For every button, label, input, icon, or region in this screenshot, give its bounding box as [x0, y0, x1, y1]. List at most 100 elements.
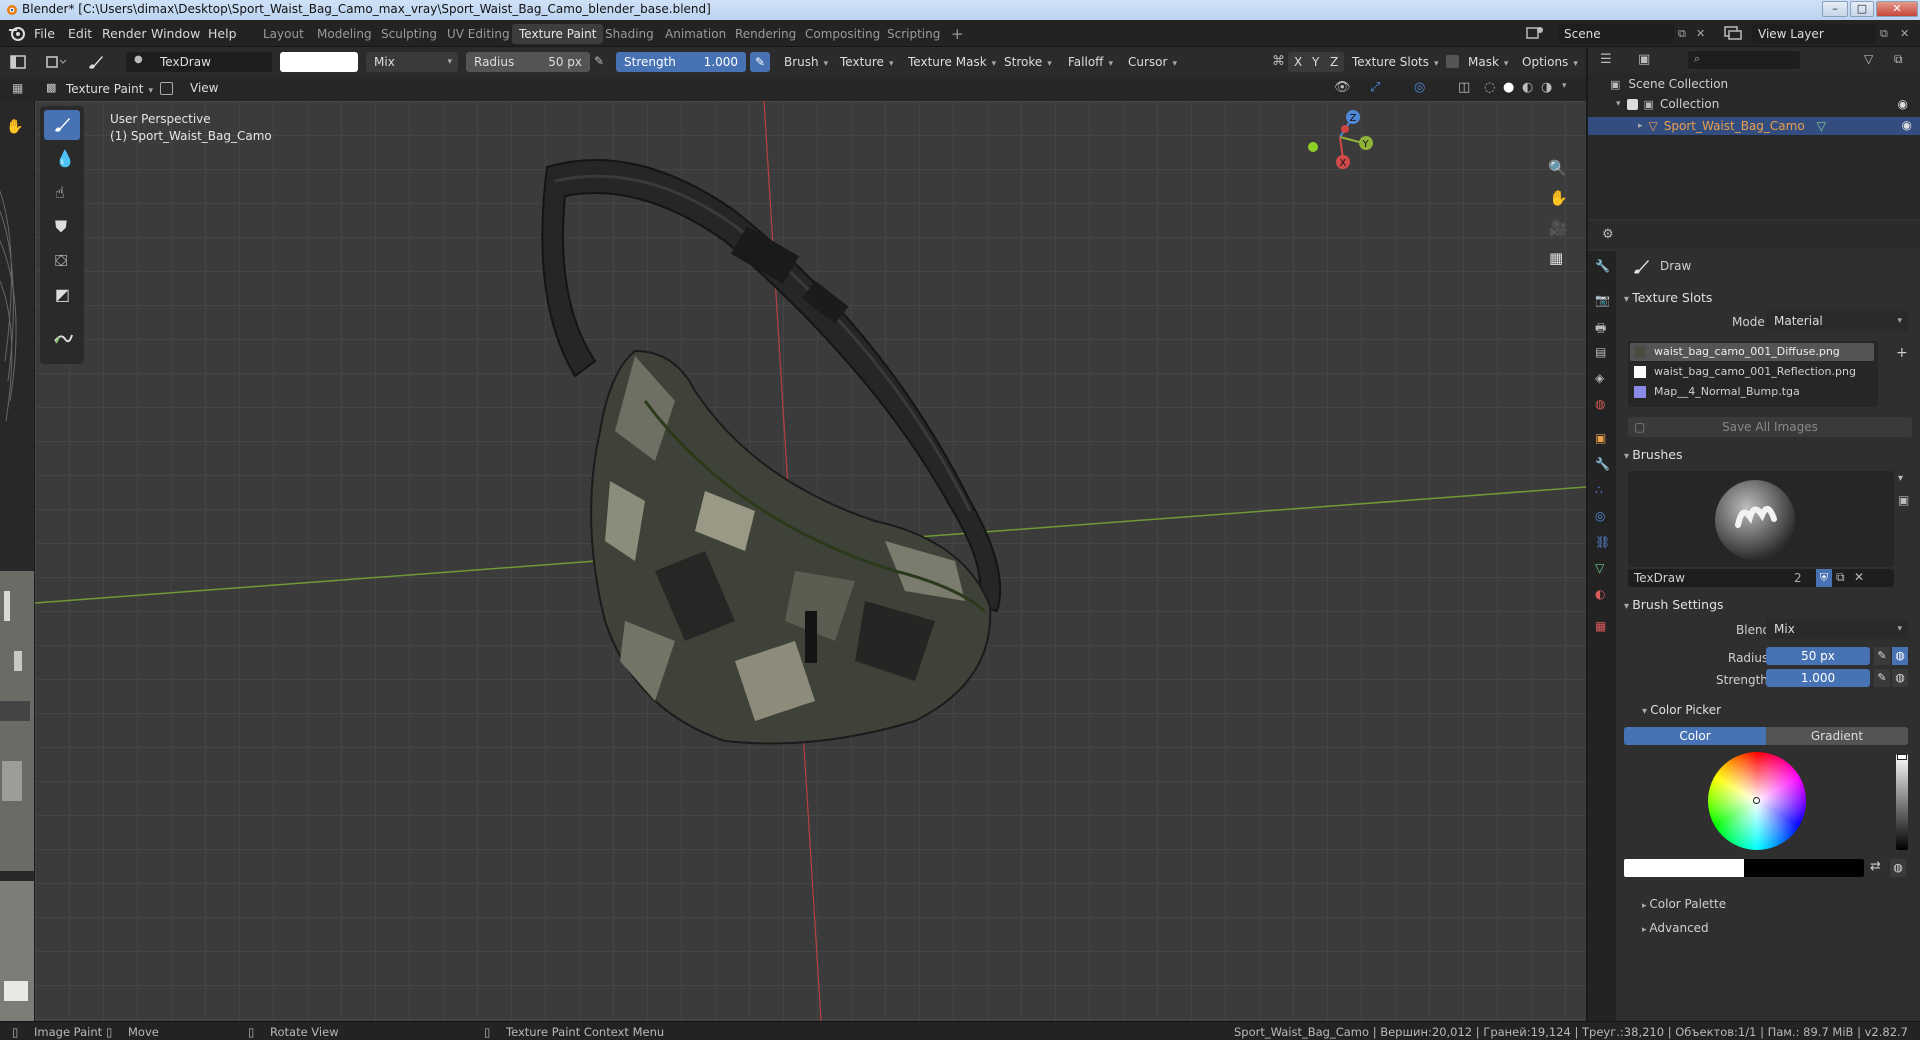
editor-type-icon[interactable] — [10, 54, 26, 70]
material-tab-icon[interactable]: ◐ — [1595, 587, 1605, 601]
brush-preview-area[interactable] — [1628, 471, 1894, 567]
tab-compositing[interactable]: Compositing — [798, 24, 887, 44]
color-picker-section[interactable]: Color Picker — [1642, 703, 1721, 717]
outliner-collection-row[interactable]: ▾ ▣ Collection ◉ — [1616, 97, 1916, 111]
mode-dropdown[interactable]: Material ▾ — [1766, 311, 1908, 331]
view-layer-remove-icon[interactable]: ✕ — [1900, 27, 1909, 40]
radius-pressure-icon[interactable]: ✎ — [594, 54, 604, 68]
display-mode-icon[interactable]: ▣ — [1638, 52, 1650, 67]
brush-datablock[interactable]: ● TexDraw — [126, 52, 272, 72]
scene-remove-icon[interactable]: ✕ — [1696, 27, 1705, 40]
view-layer-icon[interactable] — [1724, 26, 1742, 40]
expand-arrow-icon[interactable]: ▾ — [1616, 99, 1621, 109]
physics-tab-icon[interactable]: ◎ — [1595, 509, 1605, 523]
tab-texture-paint[interactable]: Texture Paint — [512, 24, 604, 44]
wireframe-shading-icon[interactable]: ◌ — [1484, 80, 1495, 95]
tab-shading[interactable]: Shading — [598, 24, 661, 44]
strength-pressure-icon[interactable]: ✎ — [750, 52, 770, 72]
brush-settings-section[interactable]: Brush Settings — [1624, 597, 1723, 612]
fill-tool-button[interactable]: ⛋ — [44, 246, 80, 276]
menu-window[interactable]: Window — [151, 26, 200, 41]
paint-color-swatch[interactable] — [280, 52, 358, 72]
add-texture-slot-icon[interactable]: + — [1896, 345, 1908, 361]
unlink-brush-icon[interactable]: ✕ — [1854, 570, 1864, 584]
pan-view-icon[interactable]: ✋ — [1549, 189, 1568, 207]
add-workspace-button[interactable]: + — [944, 24, 971, 44]
strength-pressure-icon[interactable]: ✎ — [1874, 669, 1890, 687]
symmetry-icon[interactable]: ⌘ — [1272, 54, 1285, 69]
soften-tool-button[interactable]: 💧 — [44, 144, 80, 174]
texture-slots-section[interactable]: Texture Slots — [1624, 290, 1712, 305]
mask-checkbox[interactable] — [1446, 55, 1459, 68]
brushes-section[interactable]: Brushes — [1624, 447, 1682, 462]
zoom-icon[interactable]: 🔍 — [1548, 159, 1567, 177]
save-all-images-button[interactable]: ▢ Save All Images — [1628, 417, 1912, 437]
texture-slots-menu[interactable]: Texture Slots — [1352, 52, 1439, 72]
object-visibility-eye-icon[interactable]: ◉ — [1902, 118, 1912, 132]
editor-grid-icon[interactable]: ▦ — [12, 81, 23, 95]
visibility-eye-icon[interactable]: 👁 — [1334, 80, 1351, 95]
duplicate-brush-icon[interactable]: ⧉ — [1836, 570, 1845, 585]
tab-modeling[interactable]: Modeling — [310, 24, 379, 44]
fake-user-shield-icon[interactable]: ⛨ — [1816, 569, 1832, 587]
mask-tool-button[interactable]: ◩ — [44, 280, 80, 310]
tab-uv-editing[interactable]: UV Editing — [440, 24, 517, 44]
color-tab[interactable]: Color — [1624, 727, 1766, 745]
color-swatches[interactable] — [1624, 859, 1864, 877]
radius-field[interactable]: Radius 50 px — [466, 52, 590, 72]
mask-menu[interactable]: Mask — [1468, 52, 1508, 72]
view-layer-tab-icon[interactable]: ▤ — [1595, 345, 1606, 359]
color-palette-section[interactable]: ▸ Color Palette — [1642, 897, 1726, 911]
texture-slot-item[interactable]: waist_bag_camo_001_Diffuse.png — [1630, 343, 1874, 361]
radius-unit-icon[interactable]: ◍ — [1892, 647, 1908, 665]
strength-field[interactable]: 1.000 — [1766, 669, 1870, 687]
tool-tab-icon[interactable]: 🔧 — [1595, 259, 1610, 273]
texture-slot-item[interactable]: waist_bag_camo_001_Reflection.png — [1630, 363, 1874, 381]
material-shading-icon[interactable]: ◐ — [1522, 80, 1533, 95]
advanced-section[interactable]: ▸ Advanced — [1642, 921, 1709, 935]
smear-tool-button[interactable]: ☝ — [44, 178, 80, 208]
tab-scripting[interactable]: Scripting — [880, 24, 947, 44]
outliner-editor-icon[interactable]: ☰ — [1600, 52, 1612, 67]
3d-viewport[interactable]: 💧 ☝ ⛊ ⛋ ◩ User Perspective (1) Sport_Wai… — [35, 101, 1586, 1021]
scene-tab-icon[interactable]: ◈ — [1595, 371, 1604, 385]
mesh-data-tab-icon[interactable]: ▽ — [1595, 561, 1604, 575]
tab-rendering[interactable]: Rendering — [728, 24, 803, 44]
scene-new-icon[interactable]: ⧉ — [1678, 27, 1686, 41]
tab-animation[interactable]: Animation — [658, 24, 733, 44]
properties-editor-icon[interactable]: ⚙ — [1602, 227, 1614, 242]
menu-render[interactable]: Render — [102, 26, 147, 41]
minimize-button[interactable]: – — [1822, 1, 1848, 17]
outliner-search-input[interactable]: ⌕ — [1688, 51, 1800, 69]
expand-arrow-icon[interactable]: ▸ — [1638, 121, 1643, 131]
ortho-toggle-icon[interactable]: ▦ — [1549, 249, 1563, 267]
camera-view-icon[interactable]: 🎥 — [1549, 219, 1568, 237]
solid-shading-icon[interactable]: ● — [1503, 80, 1514, 95]
gradient-tab[interactable]: Gradient — [1766, 727, 1908, 745]
particles-tab-icon[interactable]: ∴ — [1595, 483, 1603, 497]
maximize-button[interactable]: □ — [1850, 1, 1874, 17]
axis-z-toggle[interactable]: Z — [1330, 55, 1338, 69]
filter-icon[interactable]: ▽ — [1864, 52, 1873, 66]
brush-name-field[interactable]: TexDraw 2 ⛨ ⧉ ✕ — [1628, 569, 1894, 587]
blend-mode-dropdown[interactable]: Mix ▾ — [366, 52, 458, 72]
swap-colors-icon[interactable]: ⇄ — [1870, 859, 1881, 874]
constraints-tab-icon[interactable]: ⛓ — [1595, 535, 1610, 549]
modifier-tab-icon[interactable]: 🔧 — [1595, 457, 1610, 471]
tab-sculpting[interactable]: Sculpting — [374, 24, 444, 44]
close-window-button[interactable]: ✕ — [1876, 1, 1918, 17]
stroke-menu[interactable]: Stroke — [1004, 52, 1052, 72]
paint-mask-toggle[interactable] — [160, 82, 173, 95]
texture-mask-menu[interactable]: Texture Mask — [908, 52, 996, 72]
brush-menu[interactable]: Brush — [784, 52, 828, 72]
axis-x-toggle[interactable]: X — [1294, 55, 1302, 69]
scene-icon[interactable] — [1526, 26, 1544, 40]
mode-dropdown[interactable]: Texture Paint — [66, 79, 153, 99]
clone-tool-button[interactable]: ⛊ — [44, 212, 80, 242]
color-wheel[interactable] — [1708, 752, 1806, 850]
blender-menu-icon[interactable] — [8, 26, 26, 41]
texture-slot-item[interactable]: Map__4_Normal_Bump.tga — [1630, 383, 1874, 401]
texture-menu[interactable]: Texture — [840, 52, 893, 72]
tool-icon[interactable] — [46, 54, 68, 70]
value-slider-handle[interactable] — [1897, 754, 1907, 760]
